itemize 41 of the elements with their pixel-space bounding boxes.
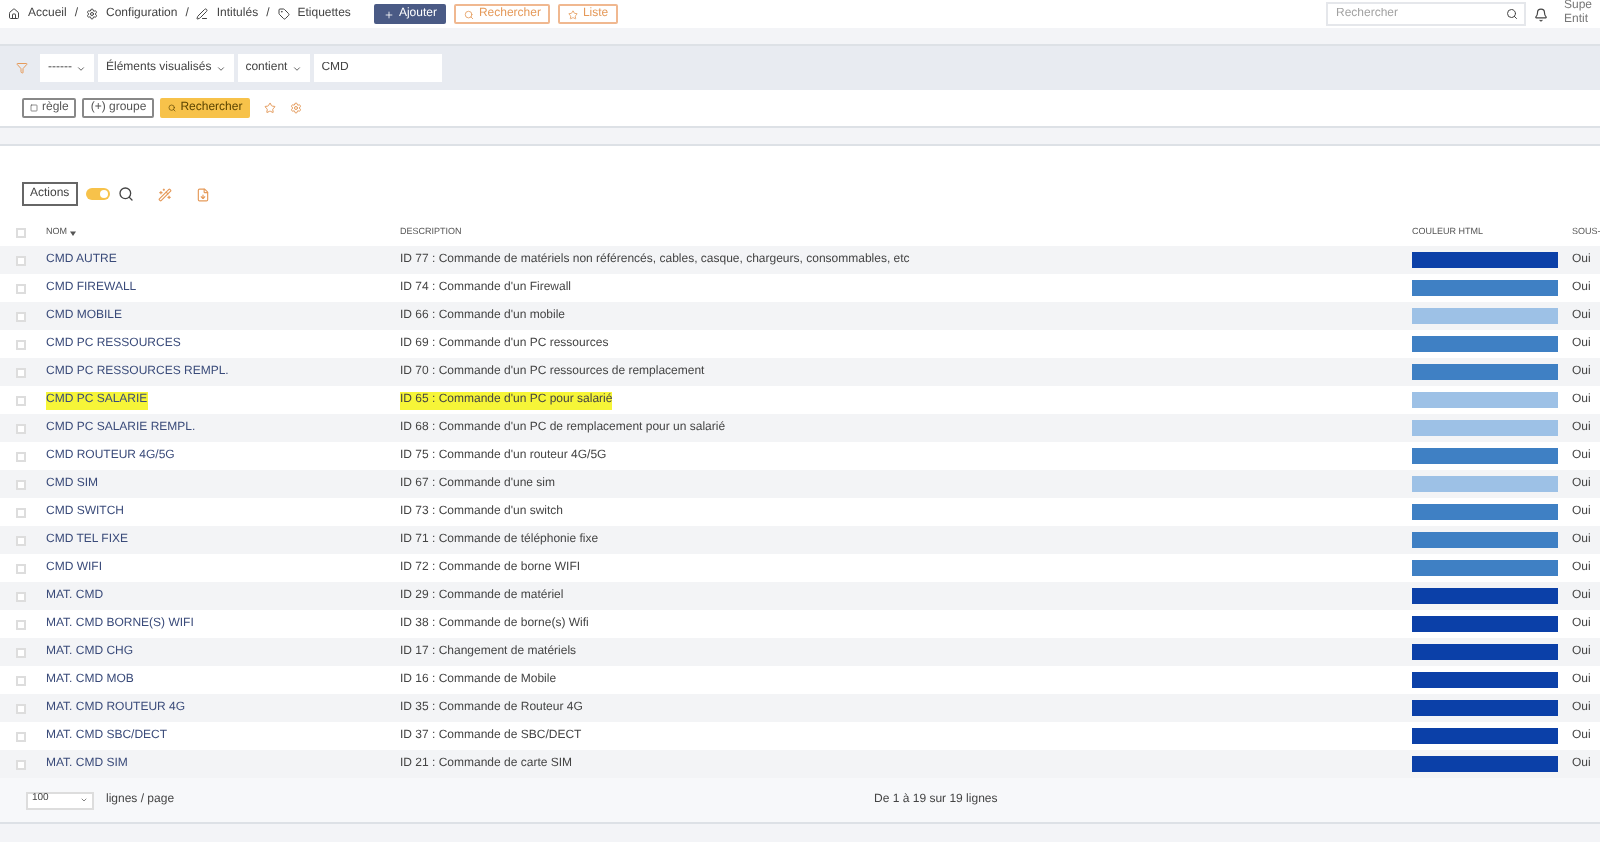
row-checkbox[interactable] <box>16 255 26 265</box>
row-checkbox[interactable] <box>16 619 26 629</box>
row-checkbox[interactable] <box>16 311 26 321</box>
row-checkbox[interactable] <box>16 535 26 545</box>
row-checkbox[interactable] <box>16 479 26 489</box>
gear-icon[interactable] <box>290 102 303 114</box>
row-checkbox[interactable] <box>16 703 26 713</box>
row-checkbox[interactable] <box>16 675 26 685</box>
bell-icon[interactable] <box>1534 7 1548 21</box>
breadcrumb-icon <box>8 8 20 20</box>
row-checkbox[interactable] <box>16 283 26 293</box>
row-checkbox[interactable] <box>16 423 26 433</box>
plus-icon <box>384 9 395 19</box>
caret-icon <box>215 63 226 73</box>
wand-icon[interactable] <box>157 187 172 201</box>
toggle-switch[interactable] <box>85 188 110 200</box>
row-checkbox[interactable] <box>16 731 26 741</box>
filter-icon <box>16 62 28 74</box>
file-icon[interactable] <box>195 187 210 201</box>
caret-icon <box>291 63 302 73</box>
row-checkbox[interactable] <box>16 507 26 517</box>
breadcrumb-icon <box>277 8 290 20</box>
square-icon <box>30 104 38 112</box>
star-icon[interactable] <box>264 102 277 114</box>
breadcrumb-icon <box>86 8 99 20</box>
row-checkbox[interactable] <box>16 451 26 461</box>
row-checkbox[interactable] <box>16 759 26 769</box>
search-icon <box>464 9 475 19</box>
row-checkbox[interactable] <box>16 395 26 405</box>
row-checkbox[interactable] <box>16 647 26 657</box>
caret-icon <box>76 63 86 73</box>
breadcrumb-icon <box>196 8 209 20</box>
row-checkbox[interactable] <box>16 339 26 349</box>
row-checkbox[interactable] <box>16 591 26 601</box>
search-icon[interactable] <box>117 186 134 202</box>
star-icon <box>568 9 579 19</box>
row-checkbox[interactable] <box>16 367 26 377</box>
sort-icon <box>69 229 75 235</box>
row-checkbox[interactable] <box>16 563 26 573</box>
search-icon <box>168 104 177 112</box>
header-checkbox[interactable] <box>16 227 26 237</box>
